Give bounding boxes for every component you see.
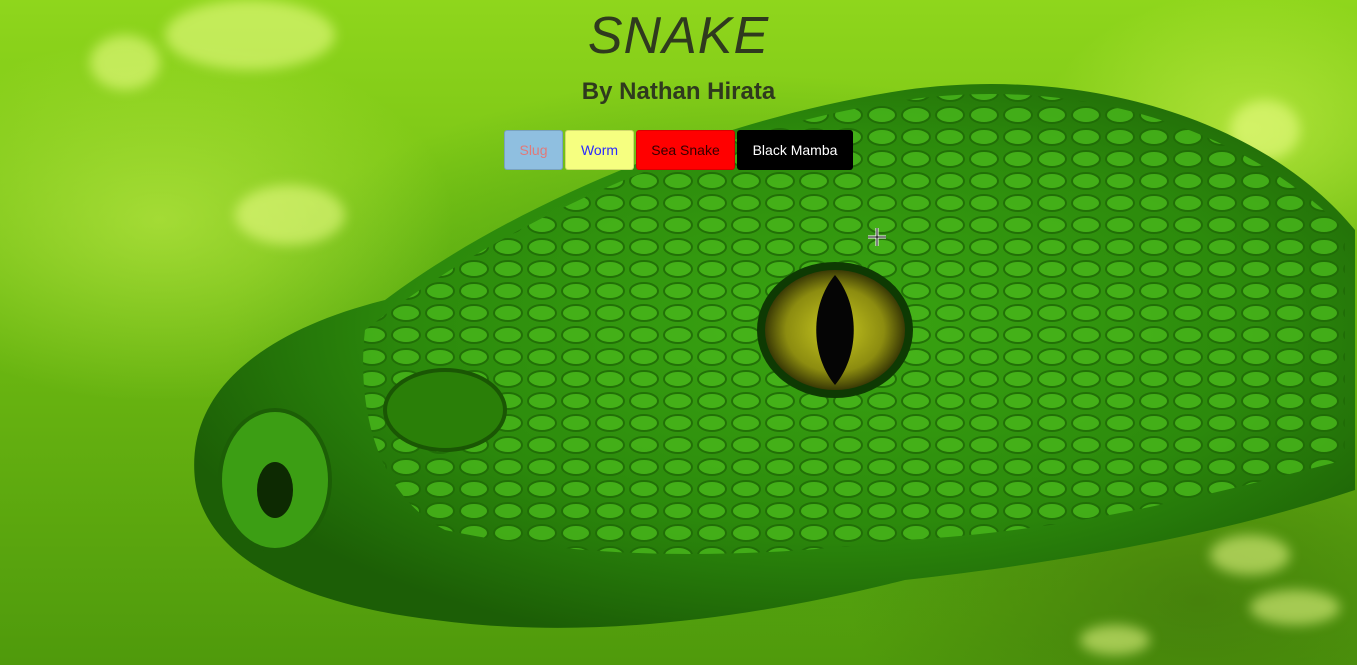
black-mamba-button[interactable]: Black Mamba [737,130,853,170]
page-title: SNAKE [587,7,770,65]
slug-button[interactable]: Slug [504,130,563,170]
author-subtitle: By Nathan Hirata [581,78,776,105]
page-header: SNAKE By Nathan Hirata Slug Worm Sea Sna… [0,0,1357,170]
crosshair-icon [868,228,886,246]
snake-type-buttons: Slug Worm Sea Snake Black Mamba [0,130,1357,170]
sea-snake-button[interactable]: Sea Snake [636,130,735,170]
worm-button[interactable]: Worm [565,130,634,170]
